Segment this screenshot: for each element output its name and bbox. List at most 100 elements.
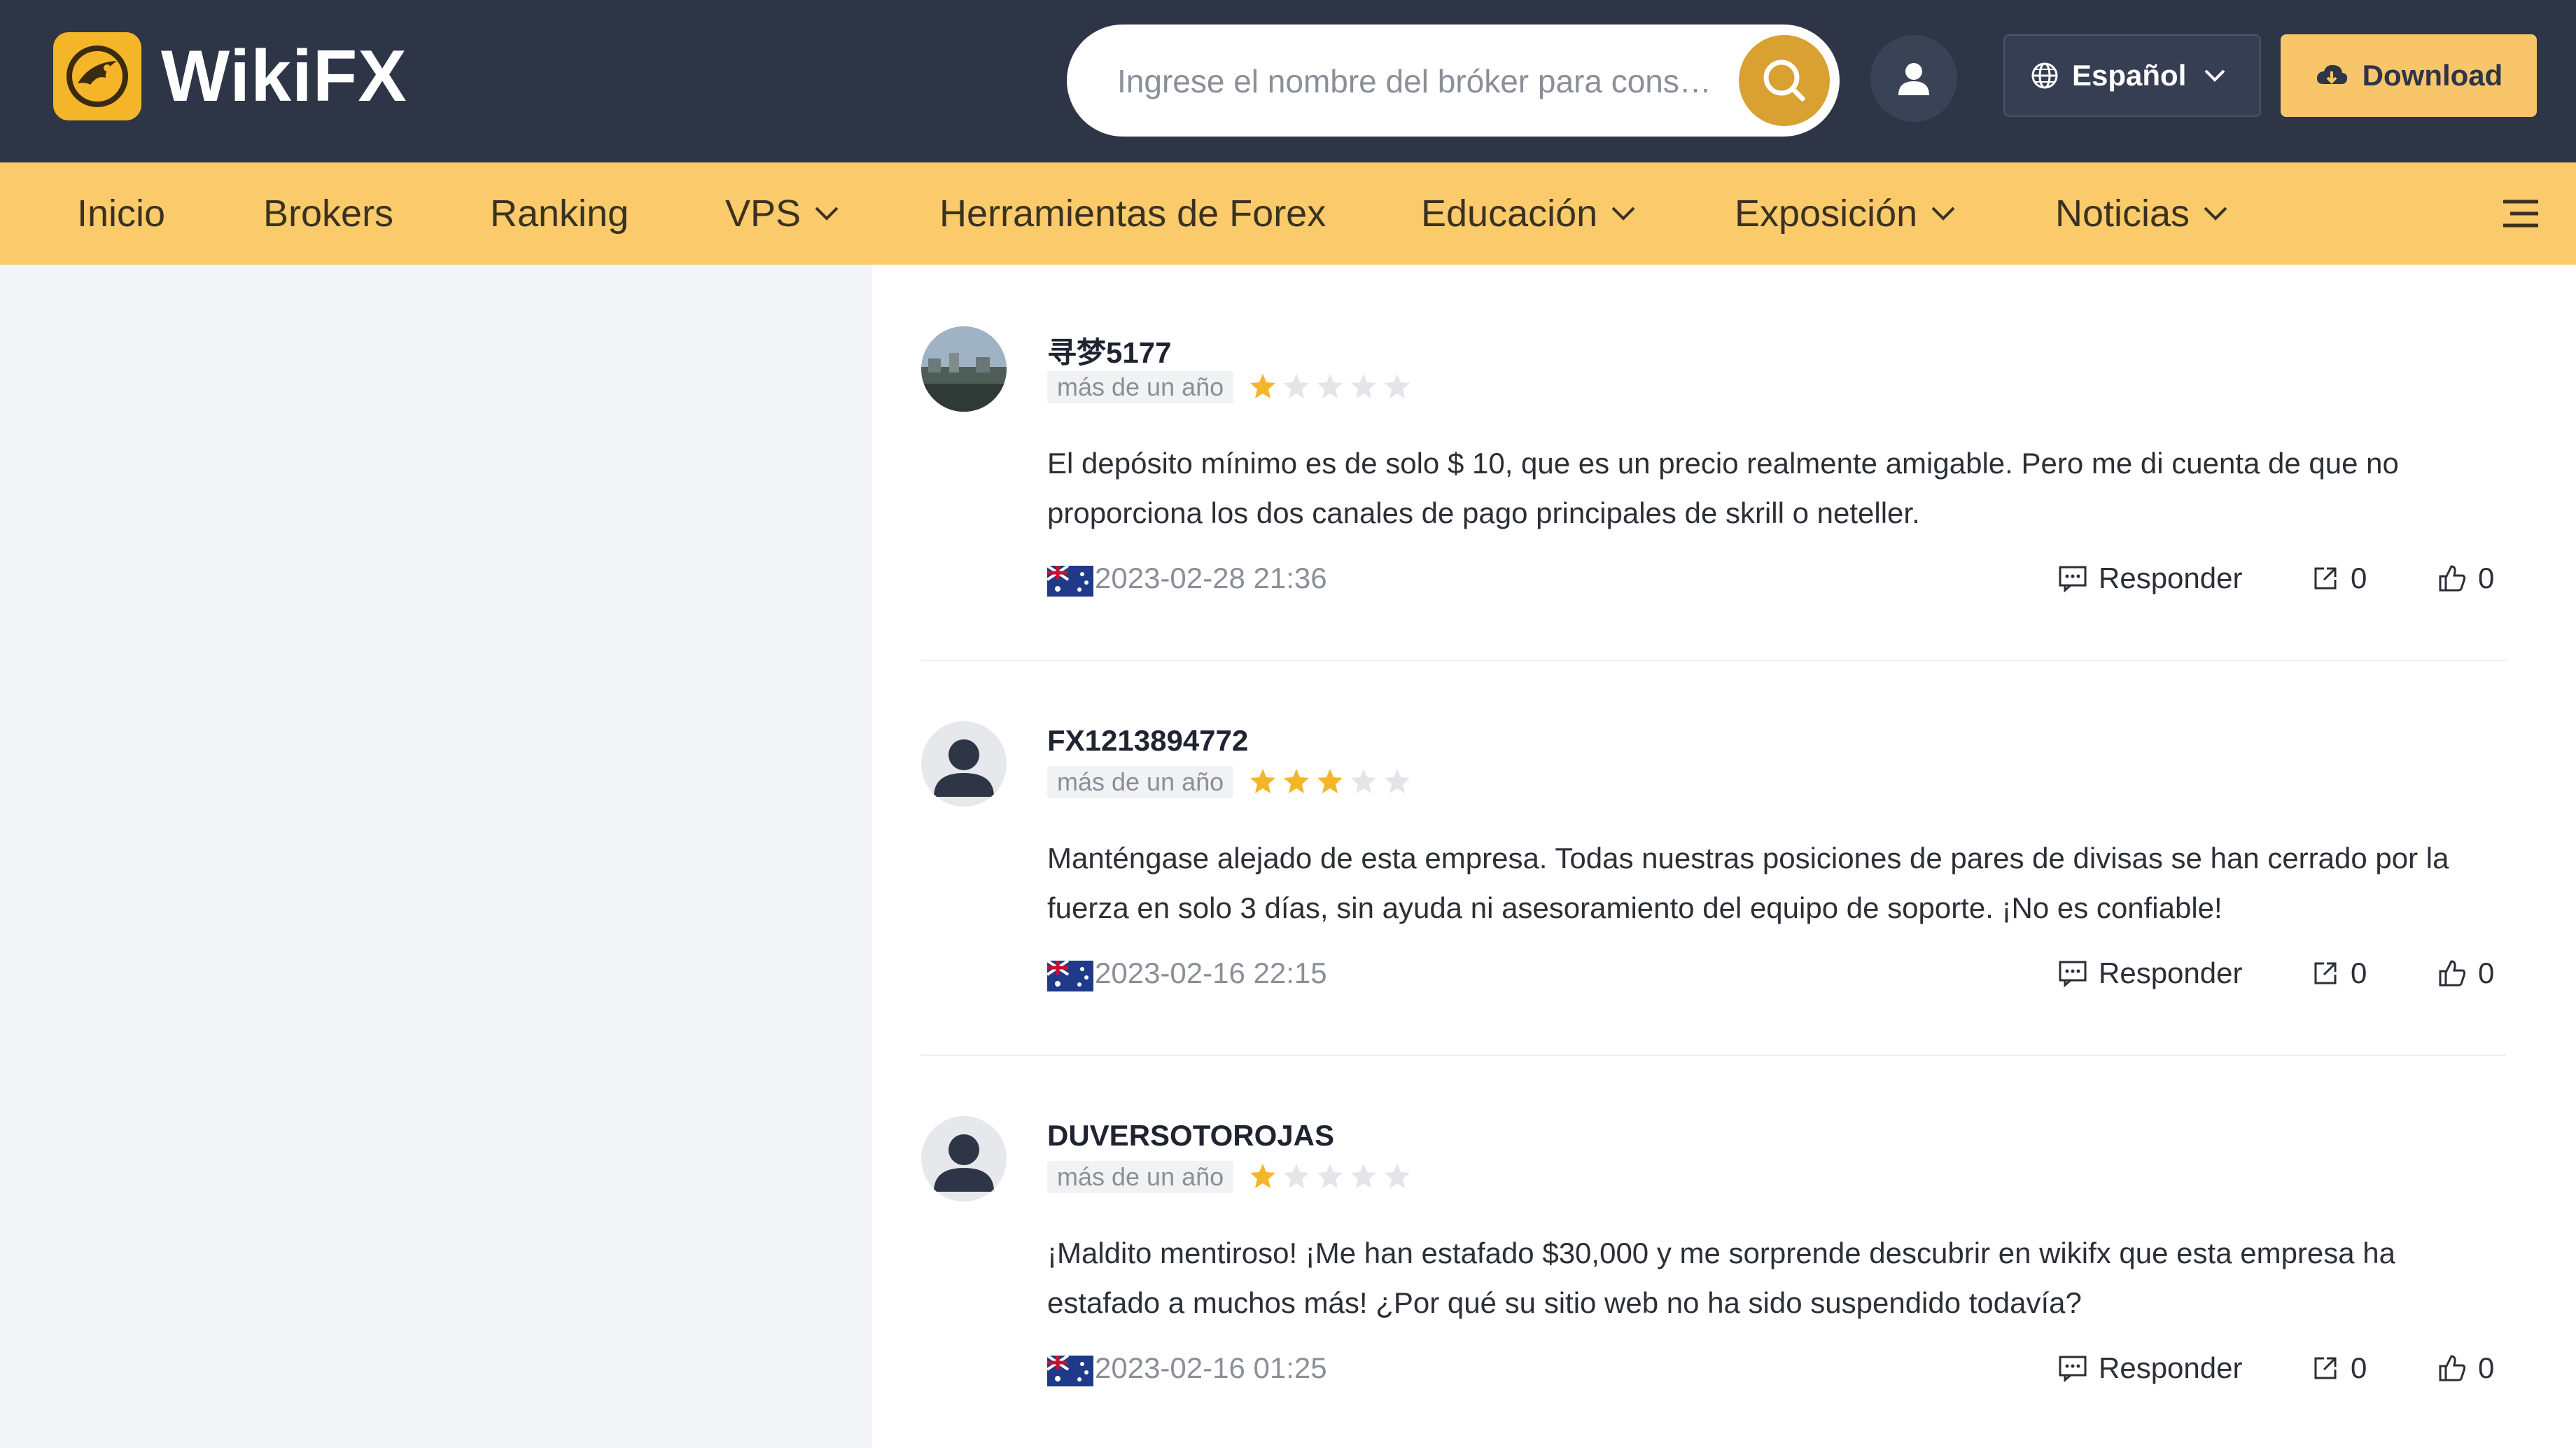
star-empty-icon	[1351, 374, 1376, 398]
review-list: 寻梦5177 más de un año El depósito mínimo …	[872, 265, 2576, 1448]
nav-item-educacion[interactable]: Educación	[1421, 162, 1637, 265]
nav-item-ranking[interactable]: Ranking	[490, 162, 629, 265]
like-count: 0	[2478, 1351, 2495, 1384]
main-nav: Inicio Brokers Ranking VPS Herramientas …	[0, 162, 2576, 265]
comment-icon	[2059, 1356, 2087, 1382]
reply-label: Responder	[2099, 956, 2243, 989]
reply-label: Responder	[2099, 1351, 2243, 1384]
like-button[interactable]: 0	[2437, 1351, 2494, 1385]
star-empty-icon	[1351, 769, 1376, 793]
review-text: ¡Maldito mentiroso! ¡Me han estafado $30…	[1047, 1237, 2396, 1319]
search-button[interactable]	[1739, 35, 1830, 126]
review-username[interactable]: FX1213894772	[1047, 724, 1248, 758]
star-empty-icon	[1385, 374, 1410, 398]
review-time-badge: más de un año	[1047, 766, 1234, 798]
chevron-down-icon	[2204, 69, 2225, 82]
broker-search-input[interactable]	[1116, 53, 1721, 110]
wikifx-logo[interactable]: WikiFX	[53, 32, 407, 120]
review-date: 2023-02-28 21:36	[1095, 562, 1327, 594]
star-empty-icon	[1284, 1164, 1309, 1188]
like-button[interactable]: 0	[2437, 956, 2494, 990]
avatar[interactable]	[921, 721, 1007, 807]
star-empty-icon	[1351, 1164, 1376, 1188]
review-date: 2023-02-16 01:25	[1095, 1351, 1327, 1384]
nav-item-noticias[interactable]: Noticias	[2055, 162, 2229, 265]
nav-label: Brokers	[263, 193, 394, 235]
review-username[interactable]: 寻梦5177	[1047, 329, 1171, 372]
top-header: WikiFX Español	[0, 0, 2576, 162]
left-panel	[0, 265, 872, 1448]
australia-flag-icon	[1047, 1356, 1093, 1386]
comment-icon	[2059, 566, 2087, 592]
nav-item-exposicion[interactable]: Exposición	[1735, 162, 1956, 265]
star-filled-icon	[1250, 769, 1275, 793]
star-empty-icon	[1284, 374, 1309, 398]
like-button[interactable]: 0	[2437, 562, 2494, 595]
nav-item-inicio[interactable]: Inicio	[77, 162, 165, 265]
share-count: 0	[2351, 562, 2367, 594]
nav-label: VPS	[725, 193, 802, 235]
nav-label: Educación	[1421, 193, 1598, 235]
share-button[interactable]: 0	[2311, 956, 2367, 990]
like-count: 0	[2478, 562, 2495, 594]
download-button[interactable]: Download	[2281, 34, 2537, 117]
user-account-button[interactable]	[1870, 35, 1957, 122]
avatar[interactable]	[921, 1116, 1007, 1202]
star-rating	[1249, 373, 1417, 401]
comment-icon	[2059, 961, 2087, 987]
avatar[interactable]	[921, 326, 1007, 412]
nav-item-vps[interactable]: VPS	[725, 162, 840, 265]
review-time-badge: más de un año	[1047, 371, 1234, 403]
share-button[interactable]: 0	[2311, 1351, 2367, 1385]
chevron-down-icon	[1931, 207, 1955, 221]
default-avatar-icon	[921, 1116, 1007, 1202]
chevron-down-icon	[815, 207, 839, 221]
review-text: Manténgase alejado de esta empresa. Toda…	[1047, 842, 2449, 924]
thumbs-up-icon	[2439, 565, 2466, 592]
share-count: 0	[2351, 956, 2367, 989]
nav-label: Inicio	[77, 193, 166, 235]
australia-flag-icon	[1047, 566, 1093, 597]
nav-label: Ranking	[490, 193, 629, 235]
reply-button[interactable]: Responder	[2058, 562, 2242, 595]
review-date: 2023-02-16 22:15	[1095, 956, 1327, 989]
star-empty-icon	[1385, 769, 1410, 793]
star-empty-icon	[1317, 374, 1343, 398]
star-empty-icon	[1385, 1164, 1410, 1188]
language-label: Español	[2072, 59, 2187, 92]
nav-item-herramientas[interactable]: Herramientas de Forex	[939, 162, 1326, 265]
nav-label: Herramientas de Forex	[939, 193, 1326, 235]
search-icon	[1763, 60, 1805, 102]
star-filled-icon	[1250, 1164, 1275, 1188]
australia-flag-icon	[1047, 961, 1093, 991]
star-filled-icon	[1284, 769, 1309, 793]
language-selector[interactable]: Español	[2003, 34, 2261, 117]
star-rating	[1249, 1162, 1417, 1190]
review-username[interactable]: DUVERSOTOROJAS	[1047, 1119, 1334, 1153]
chevron-down-icon	[1611, 207, 1635, 221]
divider	[921, 1054, 2506, 1056]
reply-button[interactable]: Responder	[2058, 1351, 2242, 1385]
reply-label: Responder	[2099, 562, 2243, 594]
reply-button[interactable]: Responder	[2058, 956, 2242, 990]
user-icon	[1898, 63, 1929, 95]
like-count: 0	[2478, 956, 2495, 989]
share-button[interactable]: 0	[2311, 562, 2367, 595]
chevron-down-icon	[2204, 207, 2227, 221]
default-avatar-icon	[921, 721, 1007, 807]
globe-icon	[2031, 62, 2058, 89]
nav-label: Exposición	[1735, 193, 1918, 235]
star-rating	[1249, 767, 1417, 795]
thumbs-up-icon	[2439, 1355, 2466, 1381]
search-box	[1067, 25, 1840, 137]
hamburger-menu-icon[interactable]	[2500, 197, 2541, 230]
star-empty-icon	[1317, 1164, 1343, 1188]
star-filled-icon	[1317, 769, 1343, 793]
share-icon	[2314, 962, 2337, 984]
review-time-badge: más de un año	[1047, 1161, 1234, 1193]
download-label: Download	[2362, 59, 2503, 92]
nav-label: Noticias	[2055, 193, 2190, 235]
logo-text: WikiFX	[161, 35, 407, 117]
nav-item-brokers[interactable]: Brokers	[263, 162, 393, 265]
share-icon	[2314, 1357, 2337, 1379]
